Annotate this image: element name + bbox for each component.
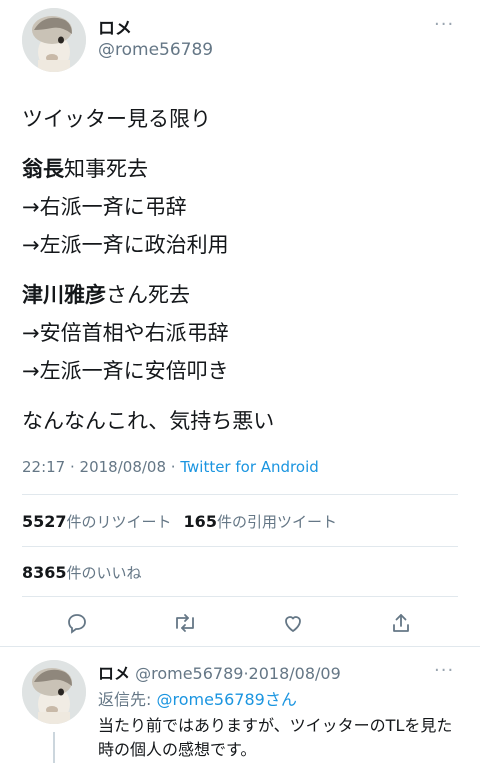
reply-tweet[interactable]: ロメ @rome56789·2018/08/09 ··· 返信先: @rome5… <box>0 648 480 763</box>
retweets-label: 件のリツイート <box>66 513 172 531</box>
divider <box>22 596 458 597</box>
replying-suffix: さん <box>264 690 297 709</box>
quotes-stat[interactable]: 165件の引用ツイート <box>183 512 337 531</box>
tweet-line-bold: 津川雅彦 <box>22 283 106 307</box>
display-name[interactable]: ロメ <box>98 14 132 39</box>
tweet-line-text: さん死去 <box>106 283 190 307</box>
action-bar <box>0 608 480 638</box>
tweet-text: ツイッター見る限り 翁長知事死去 →右派一斉に弔辞 →左派一斉に政治利用 津川雅… <box>22 100 462 440</box>
tweet-date: 2018/08/08 <box>79 458 167 476</box>
reply-text: 当たり前ではありますが、ツイッターのTLを見た時の個人の感想です。 <box>98 716 453 759</box>
reply-handle[interactable]: @rome56789 <box>135 664 243 683</box>
likes-count: 8365 <box>22 563 67 582</box>
mention-link[interactable]: @rome56789 <box>156 690 264 709</box>
meta-separator: · <box>166 458 181 476</box>
likes-stat[interactable]: 8365件のいいね <box>22 562 142 583</box>
alpaca-avatar-image <box>22 660 86 724</box>
tweet-line: なんなんこれ、気持ち悪い <box>22 402 462 440</box>
tweet-header: ロメ @rome56789 ··· <box>22 8 458 74</box>
tweet-line: →右派一斉に弔辞 <box>22 188 462 226</box>
tweet-line: →安倍首相や右派弔辞 <box>22 314 462 352</box>
more-options-icon[interactable]: ··· <box>434 660 454 681</box>
replying-to: 返信先: @rome56789さん <box>98 686 297 710</box>
user-handle[interactable]: @rome56789 <box>98 40 213 60</box>
tweet-line-text: →左派一斉に政治利用 <box>22 233 229 257</box>
retweet-icon[interactable] <box>170 608 200 638</box>
quotes-label: 件の引用ツイート <box>216 513 337 531</box>
divider <box>0 646 480 647</box>
heart-icon[interactable] <box>278 608 308 638</box>
tweet-line: 津川雅彦さん死去 <box>22 276 462 314</box>
tweet-time: 22:17 <box>22 458 66 476</box>
thread-line <box>53 732 55 763</box>
tweet-line-text: なんなんこれ、気持ち悪い <box>22 409 275 433</box>
tweet-line-text: 知事死去 <box>64 157 148 181</box>
tweet-line-text: →右派一斉に弔辞 <box>22 195 187 219</box>
tweet-line-text: →左派一斉に安倍叩き <box>22 359 229 383</box>
tweet-line: →左派一斉に政治利用 <box>22 226 462 264</box>
share-icon[interactable] <box>386 608 416 638</box>
reply-date[interactable]: 2018/08/09 <box>249 664 341 683</box>
alpaca-avatar-image <box>22 8 86 72</box>
tweet-line-text: ツイッター見る限り <box>22 107 211 131</box>
reply-header: ロメ @rome56789·2018/08/09 <box>98 660 341 684</box>
reply-avatar[interactable] <box>22 660 86 724</box>
tweet-meta: 22:17 · 2018/08/08 · Twitter for Android <box>22 458 319 476</box>
source-app-link[interactable]: Twitter for Android <box>180 458 318 476</box>
retweets-count: 5527 <box>22 512 67 531</box>
replying-prefix: 返信先: <box>98 690 157 709</box>
likes-label: 件のいいね <box>66 564 142 582</box>
tweet-line-text: →安倍首相や右派弔辞 <box>22 321 229 345</box>
reply-icon[interactable] <box>62 608 92 638</box>
meta-separator: · <box>65 458 80 476</box>
tweet-line: 翁長知事死去 <box>22 150 462 188</box>
reply-display-name[interactable]: ロメ <box>98 664 130 683</box>
tweet-line: ツイッター見る限り <box>22 100 462 138</box>
quotes-count: 165 <box>183 512 217 531</box>
retweets-stat[interactable]: 5527件のリツイート <box>22 512 172 531</box>
divider <box>22 546 458 547</box>
tweet-line-bold: 翁長 <box>22 157 64 181</box>
divider <box>22 494 458 495</box>
more-options-icon[interactable]: ··· <box>434 14 454 35</box>
avatar[interactable] <box>22 8 86 72</box>
engagement-stats: 5527件のリツイート 165件の引用ツイート <box>22 511 337 532</box>
tweet-line: →左派一斉に安倍叩き <box>22 352 462 390</box>
